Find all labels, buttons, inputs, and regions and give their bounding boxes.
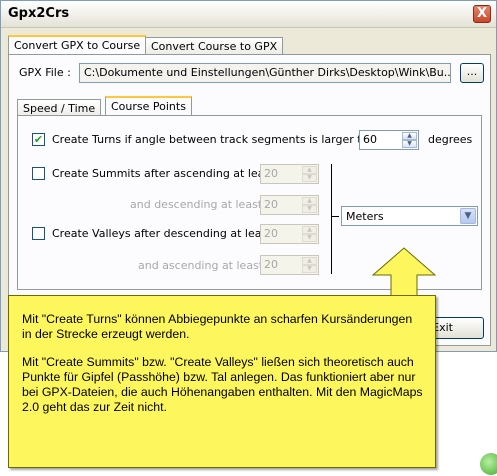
summits-descending-spinner[interactable]: 20 ▲ ▼ — [260, 195, 319, 215]
checkmark-icon: ✔ — [33, 133, 44, 146]
close-button[interactable]: X — [473, 5, 491, 23]
summits-ascending-spinner[interactable]: 20 ▲ ▼ — [260, 164, 319, 184]
note-paragraph-turns: Mit "Create Turns" können Abbiegepunkte … — [22, 312, 413, 341]
create-valleys-label: Create Valleys after descending at least — [52, 227, 272, 240]
summits-ascending-value: 20 — [264, 167, 278, 180]
title-bar[interactable]: Gpx2Crs X — [1, 1, 496, 28]
valleys-descending-value: 20 — [264, 227, 278, 240]
degrees-label: degrees — [428, 133, 473, 146]
create-turns-label: Create Turns if angle between track segm… — [52, 133, 383, 146]
spin-up-icon[interactable]: ▲ — [302, 197, 317, 205]
summits-descending-label: and descending at least — [130, 198, 263, 211]
turn-angle-value: 60 — [363, 133, 377, 146]
bracket-tick — [331, 216, 339, 217]
gpx-file-path-field[interactable]: C:\Dokumente und Einstellungen\Günther D… — [79, 63, 451, 83]
valleys-ascending-label: and ascending at least — [138, 259, 264, 272]
window-title: Gpx2Crs — [8, 6, 70, 21]
valleys-descending-spinner[interactable]: 20 ▲ ▼ — [260, 224, 319, 244]
spin-down-icon[interactable]: ▼ — [402, 140, 417, 148]
create-summits-checkbox[interactable] — [32, 167, 45, 180]
create-turns-checkbox[interactable]: ✔ — [32, 133, 45, 146]
spin-up-icon[interactable]: ▲ — [302, 226, 317, 234]
annotation-note: Mit "Create Turns" können Abbiegepunkte … — [8, 295, 436, 468]
chevron-down-icon[interactable]: ▼ — [460, 208, 476, 224]
tab-convert-gpx-to-course[interactable]: Convert GPX to Course — [8, 35, 147, 55]
spin-down-icon[interactable]: ▼ — [302, 234, 317, 242]
units-select[interactable]: Meters ▼ — [341, 206, 478, 226]
spin-up-icon[interactable]: ▲ — [402, 132, 417, 140]
green-orb-icon — [480, 453, 497, 475]
create-valleys-checkbox[interactable] — [32, 227, 45, 240]
note-paragraph-summits: Mit "Create Summits" bzw. "Create Valley… — [22, 355, 423, 414]
turn-angle-spinner[interactable]: 60 ▲ ▼ — [359, 130, 419, 150]
units-select-value: Meters — [346, 210, 384, 223]
valleys-ascending-value: 20 — [264, 258, 278, 271]
create-summits-label: Create Summits after ascending at least — [52, 167, 275, 180]
spin-down-icon[interactable]: ▼ — [302, 205, 317, 213]
spin-down-icon[interactable]: ▼ — [302, 174, 317, 182]
gpx-file-label: GPX File : — [19, 66, 71, 79]
tab-course-points[interactable]: Course Points — [105, 96, 192, 116]
spin-up-icon[interactable]: ▲ — [302, 166, 317, 174]
browse-button[interactable]: ... — [460, 63, 484, 83]
summits-descending-value: 20 — [264, 198, 278, 211]
